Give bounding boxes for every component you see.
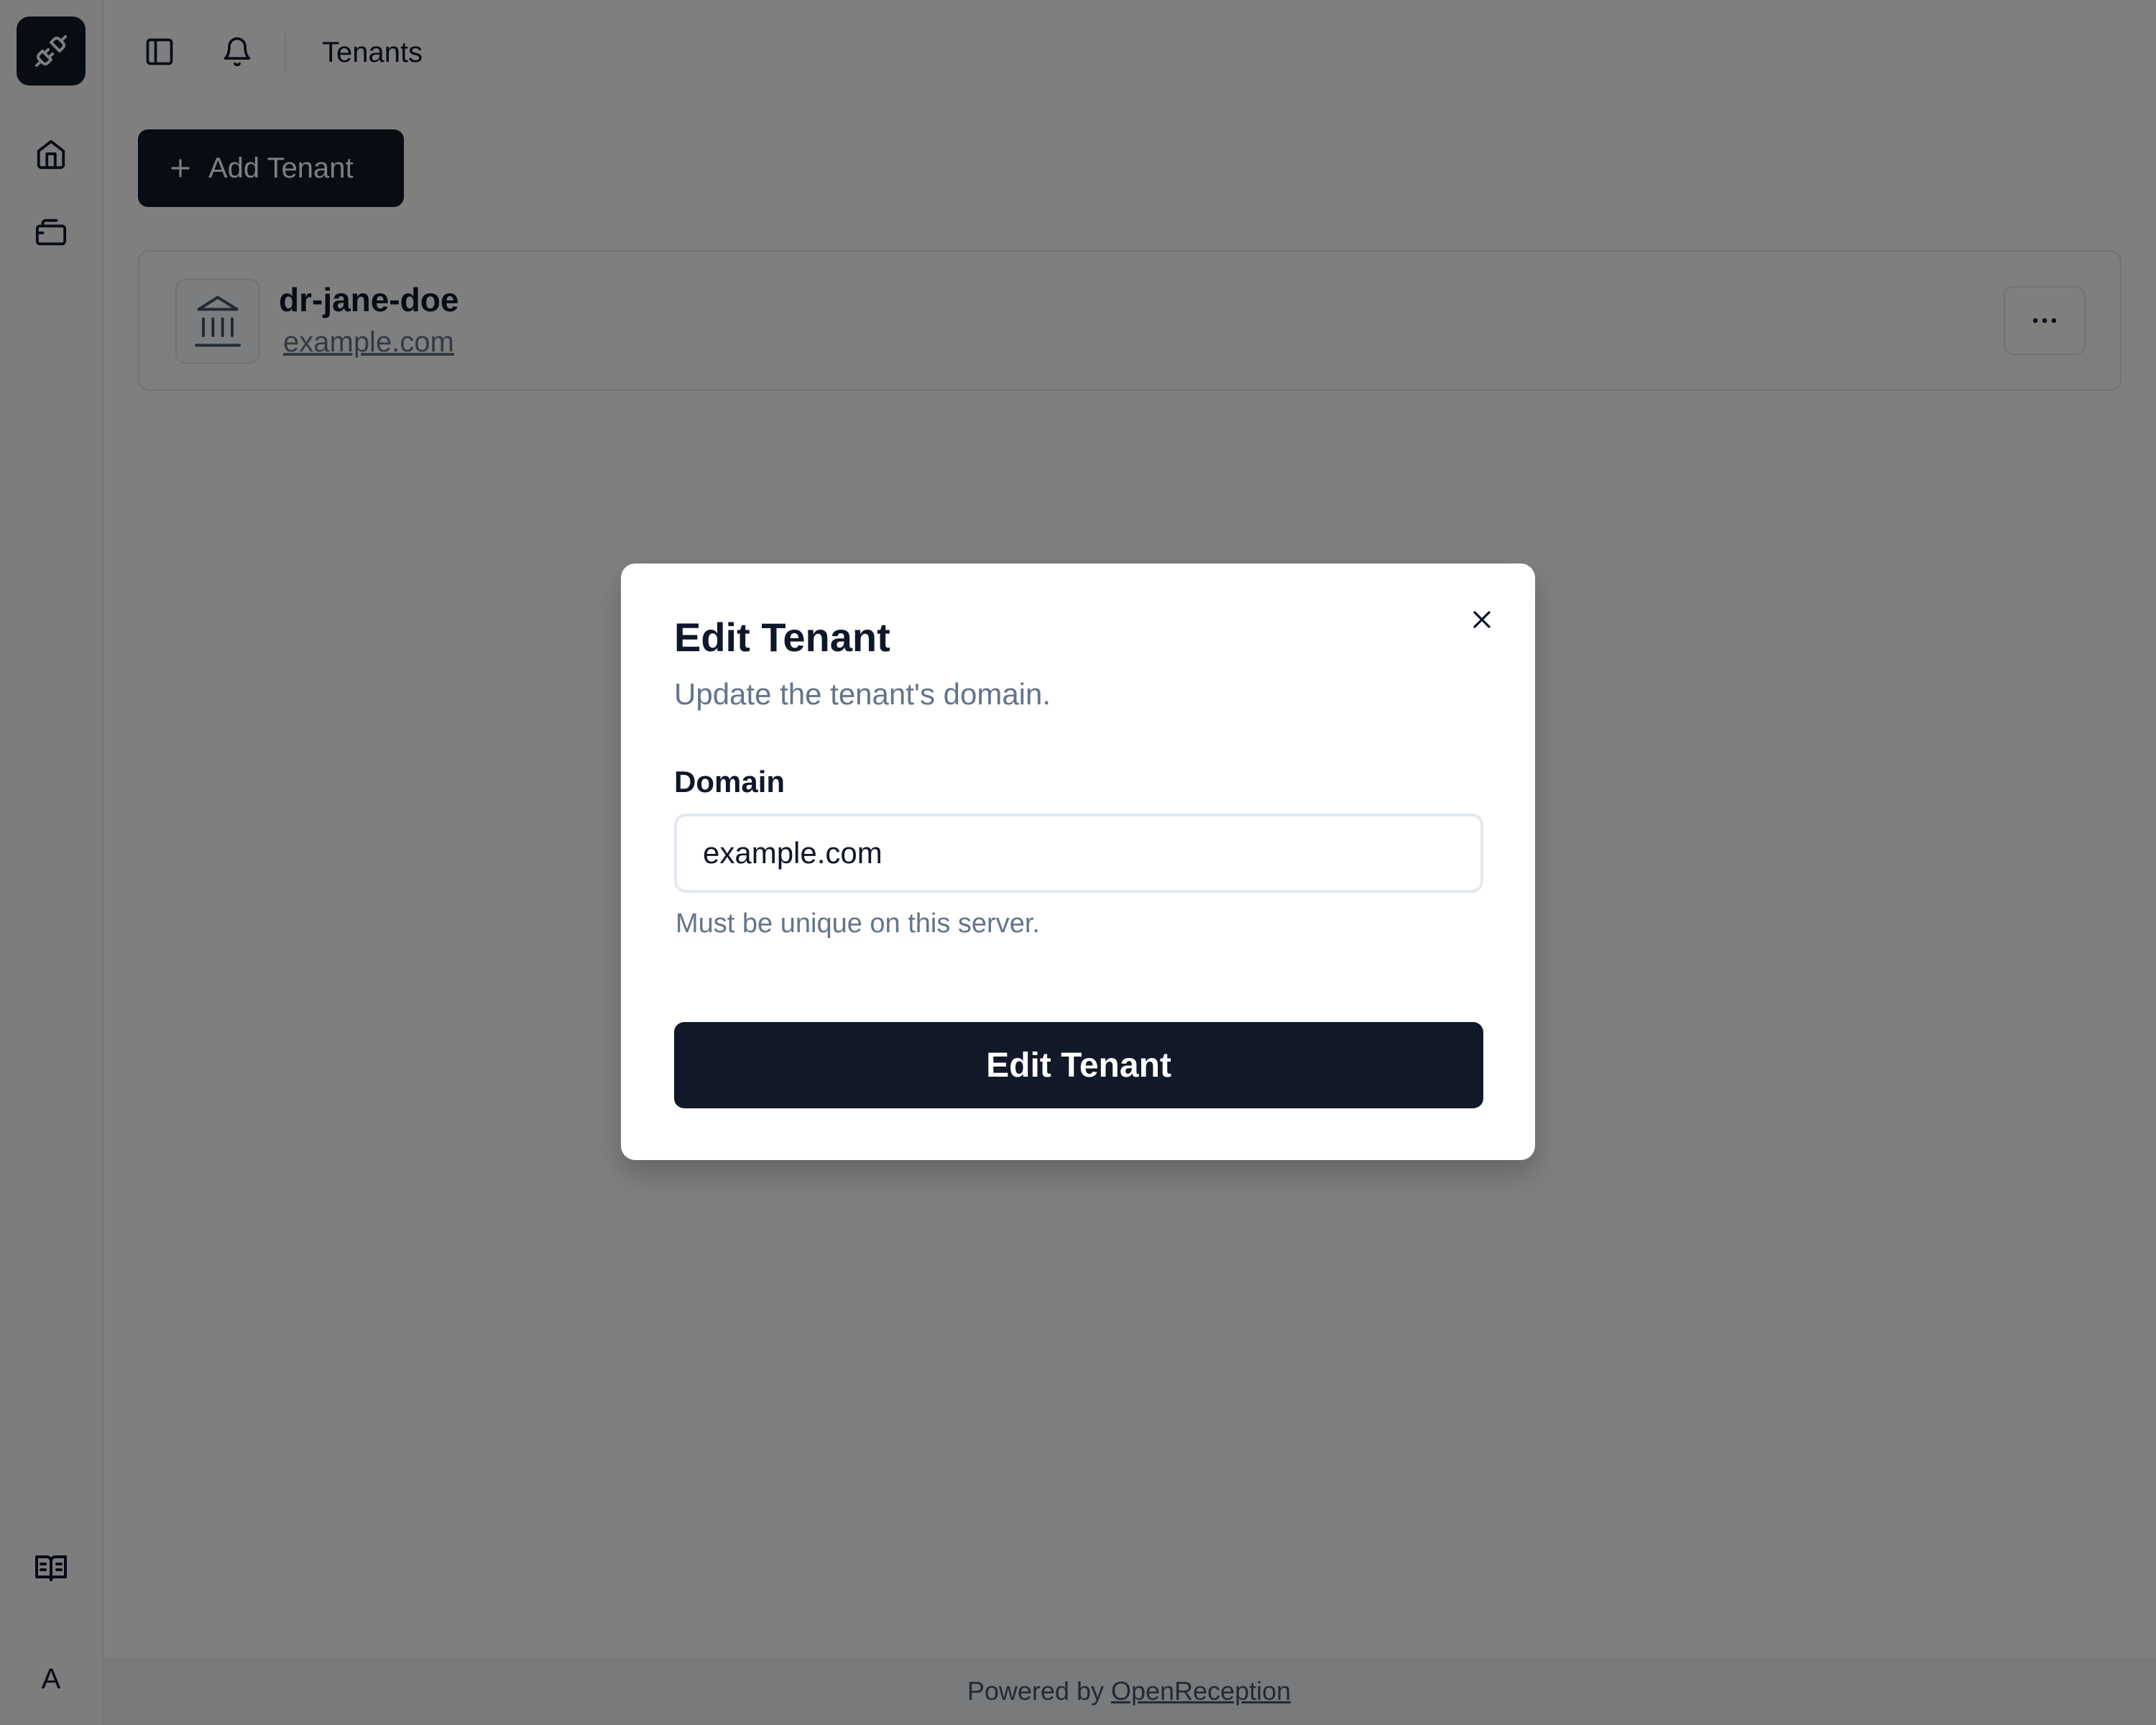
edit-tenant-dialog: Edit Tenant Update the tenant's domain. … [621, 564, 1535, 1160]
domain-input[interactable] [674, 814, 1483, 893]
dialog-title: Edit Tenant [674, 615, 890, 660]
domain-help-text: Must be unique on this server. [676, 908, 1040, 939]
close-button[interactable] [1460, 598, 1503, 641]
domain-label: Domain [674, 765, 786, 799]
close-icon [1473, 611, 1491, 628]
dialog-description: Update the tenant's domain. [674, 677, 1051, 711]
edit-tenant-submit-button[interactable]: Edit Tenant [674, 1022, 1483, 1108]
